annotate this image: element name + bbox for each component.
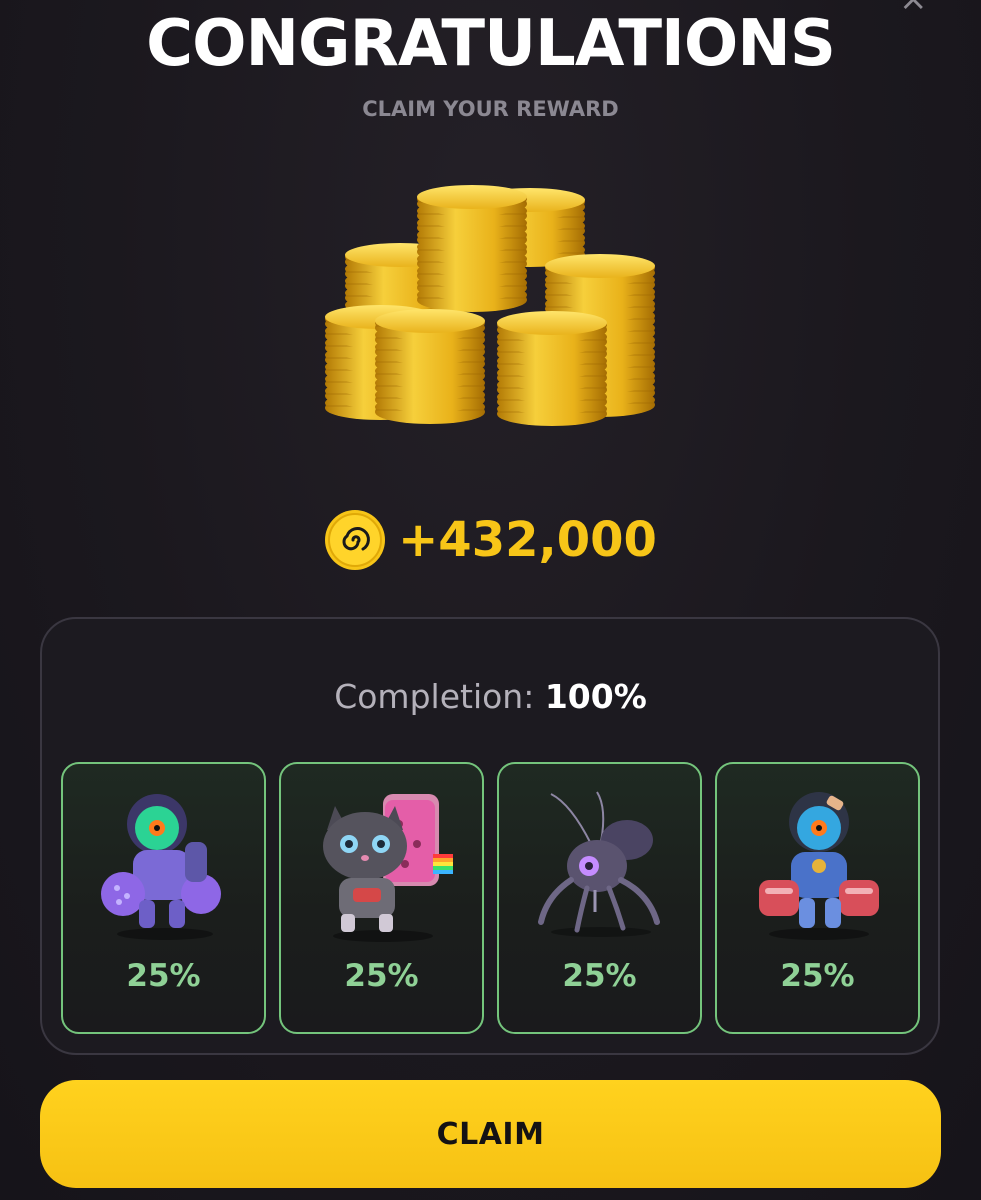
robot-insect-image <box>538 791 660 937</box>
card-percent: 25% <box>780 958 855 994</box>
robot-cat-toast-image <box>323 794 453 942</box>
completion-label: Completion: <box>334 677 535 716</box>
page-title: CONGRATULATIONS <box>146 7 836 81</box>
card-robot-cat-toast[interactable]: 25% <box>279 762 484 1034</box>
character-cards: 25% 25% 25% 25% <box>61 762 921 1036</box>
card-robot-insect[interactable]: 25% <box>497 762 702 1034</box>
blue-robot-astronaut-image <box>759 792 879 940</box>
card-percent: 25% <box>344 958 419 994</box>
purple-robot-astronaut-image <box>101 794 221 940</box>
completion-value: 100% <box>544 677 647 716</box>
reward-amount-row: +432,000 <box>0 508 981 572</box>
page-subtitle: CLAIM YOUR REWARD <box>362 97 619 121</box>
completion-status: Completion: 100% <box>0 674 981 720</box>
card-percent: 25% <box>126 958 201 994</box>
spiral-coin-icon <box>325 510 386 570</box>
card-blue-robot-astronaut[interactable]: 25% <box>715 762 920 1034</box>
claim-button[interactable]: CLAIM <box>40 1080 941 1188</box>
card-purple-robot-astronaut[interactable]: 25% <box>61 762 266 1034</box>
gold-coins-image <box>324 185 656 427</box>
reward-amount: +432,000 <box>398 512 657 568</box>
card-percent: 25% <box>562 958 637 994</box>
